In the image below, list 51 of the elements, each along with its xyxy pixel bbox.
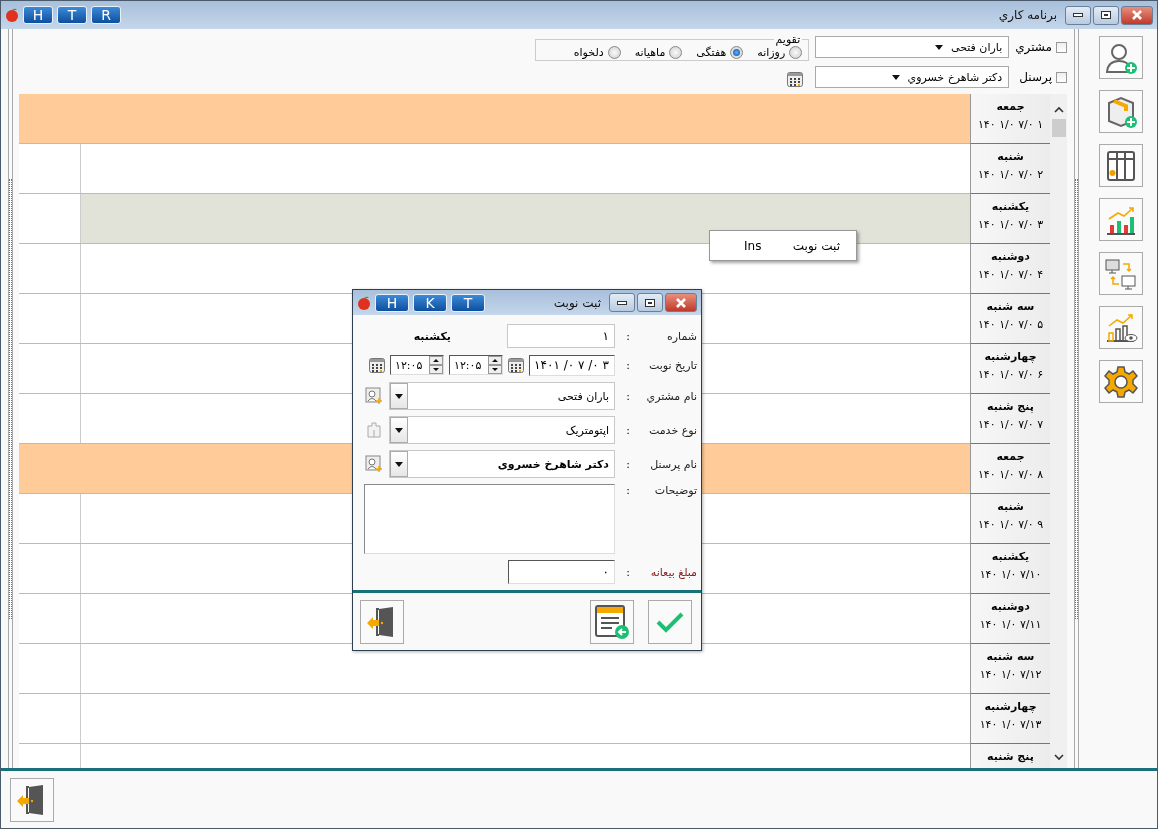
- field-label: شماره: [666, 329, 698, 343]
- day-date: ۱۴۰ ۱/۰ ۷/۰ ۵: [977, 318, 1044, 331]
- weekday-text: یکشنبه: [413, 329, 451, 343]
- label-colon: :: [625, 565, 631, 579]
- radio-label: دلخواه: [573, 46, 604, 59]
- field-label: نام مشتري: [645, 389, 698, 403]
- day-date: ۱۴۰ ۱/۰ ۷/۱۱: [979, 618, 1042, 631]
- day-date: ۱۴۰ ۱/۰ ۷/۱۲: [979, 668, 1042, 681]
- label-colon: :: [625, 484, 631, 497]
- staff-label: پرسنل: [1019, 70, 1052, 84]
- day-name: شنبه: [997, 150, 1024, 163]
- day-name: شنبه: [997, 500, 1024, 513]
- day-date: ۱۴۰ ۱/۰ ۷/۰ ۹: [977, 518, 1044, 531]
- label-colon: :: [625, 423, 631, 437]
- day-name: پنج شنبه: [987, 750, 1034, 763]
- field-label: توضیحات: [653, 484, 698, 497]
- radio-label: هفتگی: [696, 46, 727, 59]
- label-colon: :: [625, 457, 631, 471]
- day-date: ۱۴۰ ۱/۰ ۷/۰ ۷: [977, 418, 1044, 431]
- dialog-title: ثبت نوبت: [553, 295, 601, 310]
- field-label: نوع خدمت: [647, 423, 698, 437]
- day-date: ۱۴۰ ۱/۰ ۷/۱۰: [979, 568, 1042, 581]
- day-name: یکشنبه: [991, 550, 1030, 563]
- day-name: چهارشنبه: [984, 700, 1037, 713]
- group-title: تقويم: [774, 33, 802, 46]
- day-name: پنج شنبه: [987, 400, 1034, 413]
- day-date: ۱۴۰ ۱/۰ ۷/۰ ۸: [977, 468, 1044, 481]
- label-colon: :: [625, 329, 631, 343]
- radio-label: ماهیانه: [634, 46, 666, 59]
- day-date: ۱۴۰ ۱/۰ ۷/۰ ۳: [977, 218, 1044, 231]
- label-colon: :: [625, 358, 631, 372]
- field-label: مبلغ بیعانه: [649, 565, 698, 579]
- day-date: ۱۴۰ ۱/۰ ۷/۰ ۴: [977, 268, 1044, 281]
- day-name: یکشنبه: [991, 200, 1030, 213]
- day-name: جمعه: [996, 450, 1025, 463]
- day-date: ۱۴۰ ۱/۰ ۷/۰ ۱: [977, 118, 1044, 131]
- customer-label: مشتري: [1015, 40, 1052, 54]
- day-name: دوشنبه: [991, 250, 1030, 263]
- label-colon: :: [625, 389, 631, 403]
- day-name: سه شنبه: [986, 300, 1035, 313]
- field-label: تاریخ نوبت: [648, 358, 698, 372]
- day-date: ۱۴۰ ۱/۰ ۷/۰ ۲: [977, 168, 1044, 181]
- radio-label: روزانه: [757, 46, 786, 59]
- day-date: ۱۴۰ ۱/۰ ۷/۰ ۶: [977, 368, 1044, 381]
- day-name: سه شنبه: [986, 650, 1035, 663]
- day-name: جمعه: [996, 100, 1025, 113]
- day-name: چهارشنبه: [984, 350, 1037, 363]
- day-date: ۱۴۰ ۱/۰ ۷/۱۳: [979, 718, 1042, 731]
- field-label: نام پرسنل: [649, 457, 698, 471]
- day-name: دوشنبه: [991, 600, 1030, 613]
- window-title: برنامه کاري: [998, 8, 1057, 22]
